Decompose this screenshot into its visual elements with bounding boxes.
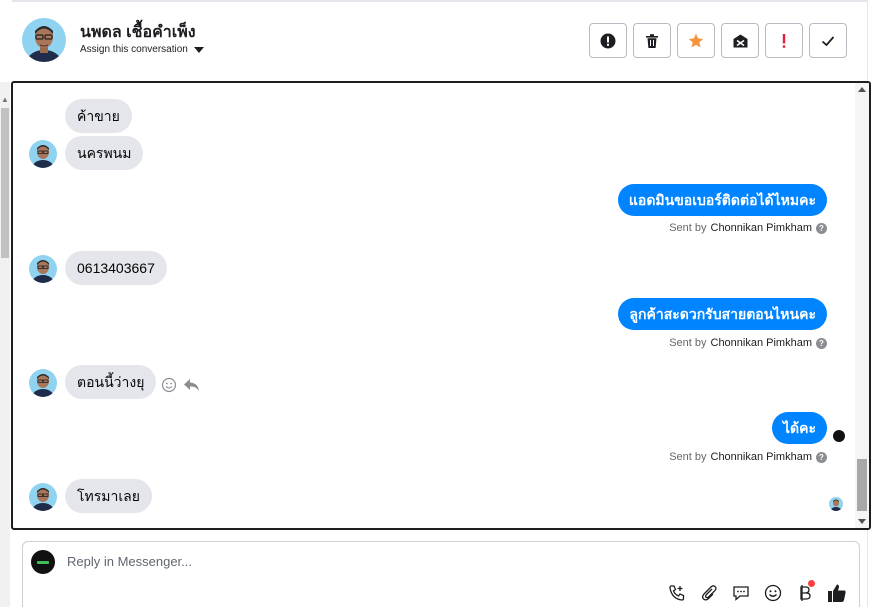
assign-label: Assign this conversation xyxy=(80,44,188,55)
contact-avatar-small xyxy=(29,369,57,397)
incoming-message[interactable]: 0613403667 xyxy=(65,251,167,285)
caret-down-icon xyxy=(193,46,204,53)
contact-avatar-small xyxy=(29,255,57,283)
conversation-actions xyxy=(589,23,847,58)
attach-button[interactable] xyxy=(699,583,719,603)
exclamation-circle-icon xyxy=(600,33,616,48)
assign-conversation-dropdown[interactable]: Assign this conversation xyxy=(80,44,204,55)
call-add-icon xyxy=(669,585,685,601)
envelope-x-icon xyxy=(733,34,747,47)
contact-avatar-small xyxy=(29,483,57,511)
mark-unread-button[interactable] xyxy=(721,23,759,58)
star-button[interactable] xyxy=(677,23,715,58)
scroll-down-icon[interactable] xyxy=(858,519,866,524)
saved-replies-button[interactable] xyxy=(731,583,751,603)
emoji-react-icon[interactable] xyxy=(161,377,177,393)
mark-spam-button[interactable] xyxy=(589,23,627,58)
outgoing-message[interactable]: แอดมินขอเบอร์ติดต่อได้ไหมคะ xyxy=(617,184,827,216)
thread-scroll-thumb[interactable] xyxy=(857,459,867,511)
contact-name: นพดล เชื้อคำเพ็ง xyxy=(80,24,196,41)
sent-by-name: Chonnikan Pimkham xyxy=(710,337,813,349)
star-icon xyxy=(688,33,704,47)
payment-button[interactable] xyxy=(795,580,815,603)
trash-icon xyxy=(646,33,658,48)
message-thread[interactable]: ค้าขาย นครพนม แอดมินขอเบอร์ติดต่อได้ไหมค… xyxy=(11,81,871,530)
help-icon[interactable]: ? xyxy=(816,222,827,234)
help-icon[interactable]: ? xyxy=(816,451,827,463)
follow-up-button[interactable] xyxy=(765,23,803,58)
emoji-button[interactable] xyxy=(763,583,783,603)
incoming-message[interactable]: ค้าขาย xyxy=(65,99,132,133)
sent-by-label: Sent by Chonnikan Pimkham ? xyxy=(669,222,827,234)
composer-toolbar xyxy=(667,580,847,603)
contact-avatar-small xyxy=(29,140,57,168)
incoming-message[interactable]: โทรมาเลย xyxy=(65,479,152,513)
emoji-icon xyxy=(764,584,782,602)
reply-icon[interactable] xyxy=(183,377,201,393)
sent-by-name: Chonnikan Pimkham xyxy=(710,222,813,234)
page-logo xyxy=(31,550,55,574)
read-receipt-avatar xyxy=(829,497,843,511)
exclamation-icon xyxy=(782,33,786,48)
page-scrollbar[interactable]: ▲ xyxy=(0,82,10,607)
conversation-header: นพดล เชื้อคำเพ็ง Assign this conversatio… xyxy=(12,0,868,82)
reply-input[interactable] xyxy=(67,554,667,569)
call-add-button[interactable] xyxy=(667,583,687,603)
sent-by-name: Chonnikan Pimkham xyxy=(710,451,813,463)
sent-by-prefix: Sent by xyxy=(669,337,707,349)
thread-scrollbar[interactable] xyxy=(855,83,869,528)
incoming-message[interactable]: ตอนนี้ว่างยุ xyxy=(65,365,157,399)
message-tools xyxy=(161,377,201,393)
sent-by-prefix: Sent by xyxy=(669,451,707,463)
incoming-message[interactable]: นครพนม xyxy=(65,136,144,170)
sent-by-label: Sent by Chonnikan Pimkham ? xyxy=(669,451,827,463)
reply-composer xyxy=(22,541,860,607)
help-icon[interactable]: ? xyxy=(816,337,827,349)
scroll-up-icon[interactable] xyxy=(858,87,866,92)
checkmark-icon xyxy=(821,35,835,46)
outgoing-message[interactable]: ได้คะ xyxy=(771,412,827,444)
contact-avatar[interactable] xyxy=(22,18,66,62)
scroll-up-arrow-icon[interactable]: ▲ xyxy=(1,96,9,104)
seen-indicator xyxy=(833,430,845,442)
delete-button[interactable] xyxy=(633,23,671,58)
saved-reply-icon xyxy=(733,586,749,601)
thumbs-up-icon xyxy=(828,584,846,602)
notification-dot xyxy=(808,580,815,587)
sent-by-label: Sent by Chonnikan Pimkham ? xyxy=(669,337,827,349)
sent-by-prefix: Sent by xyxy=(669,222,707,234)
paperclip-icon xyxy=(701,585,717,601)
outgoing-message[interactable]: ลูกค้าสะดวกรับสายตอนไหนคะ xyxy=(618,298,827,330)
mark-done-button[interactable] xyxy=(809,23,847,58)
like-button[interactable] xyxy=(827,583,847,603)
page-scroll-thumb[interactable] xyxy=(1,108,9,258)
